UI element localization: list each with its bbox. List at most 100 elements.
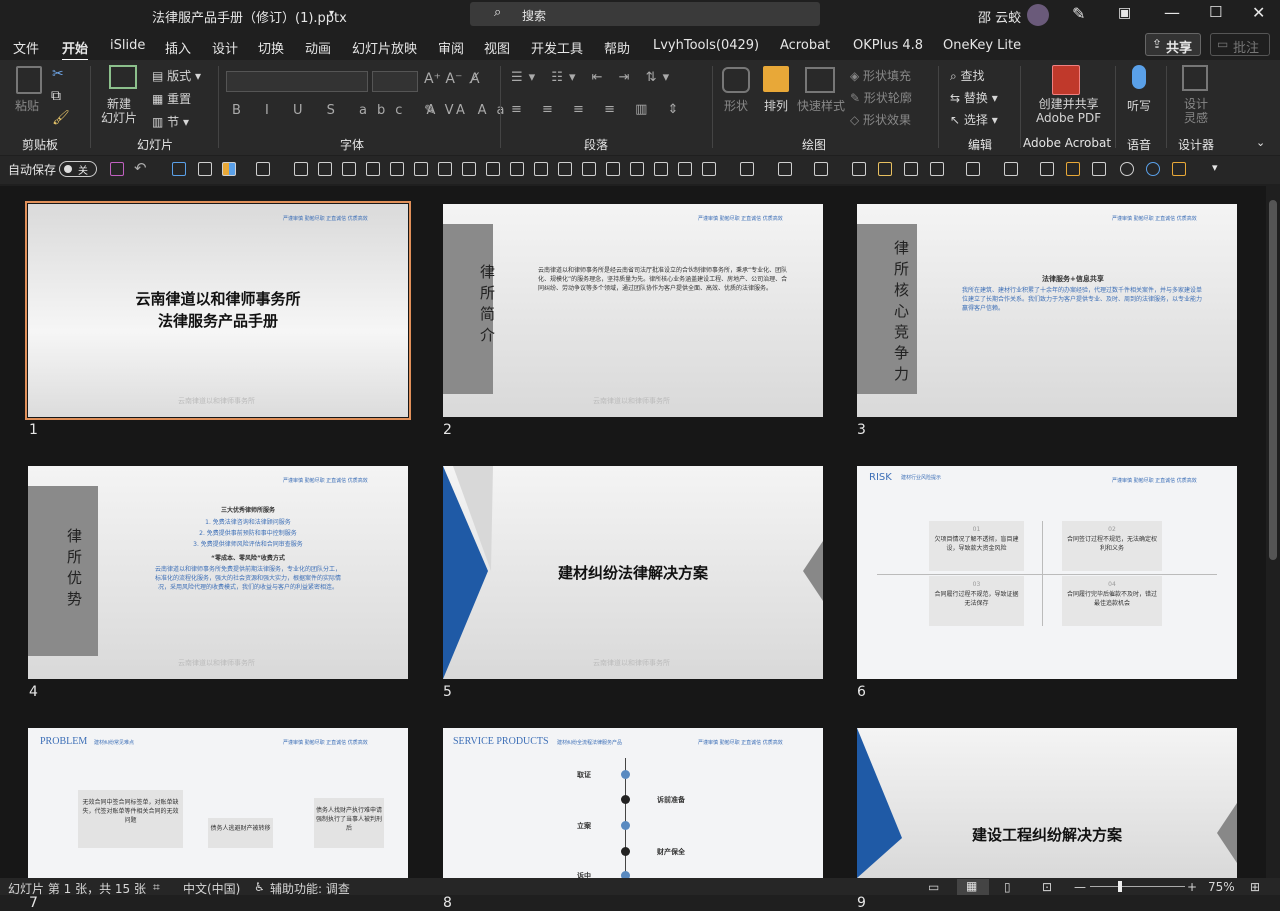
align-icons[interactable]: ≡ ≡ ≡ ≡ ▥ ⇕ [511, 102, 686, 117]
tab-islide[interactable]: iSlide [110, 38, 145, 53]
accessibility-icon[interactable]: ♿ [254, 880, 265, 894]
pen-icon[interactable]: ✎ [1072, 4, 1085, 23]
paste-icon[interactable] [16, 66, 42, 94]
maximize-icon[interactable]: ☐ [1209, 3, 1222, 21]
zoom-slider-thumb[interactable] [1118, 881, 1122, 892]
qat-icon[interactable] [630, 162, 644, 176]
qat-icon[interactable] [852, 162, 866, 176]
slide-thumbnail[interactable]: 律所优势 严谨审慎 勤勉尽职 正直诚信 优质高效 三大优秀律师所服务 1. 免费… [28, 466, 408, 679]
qat-icon[interactable] [198, 162, 212, 176]
language[interactable]: 中文(中国) [183, 880, 240, 897]
qat-icon[interactable] [582, 162, 596, 176]
format-painter-icon[interactable]: 🖌 [52, 110, 70, 126]
create-pdf-button[interactable]: 创建并共享 Adobe PDF [1036, 97, 1101, 125]
tab-animations[interactable]: 动画 [305, 38, 331, 57]
replace-button[interactable]: ⇆ 替换 ▾ [950, 89, 998, 106]
qat-icon[interactable] [1092, 162, 1106, 176]
qat-icon[interactable] [654, 162, 668, 176]
qat-icon[interactable] [558, 162, 572, 176]
slide-thumbnail[interactable]: 律所简介 严谨审慎 勤勉尽职 正直诚信 优质高效 云南律道以和律师事务所是经云南… [443, 204, 823, 417]
zoom-in-icon[interactable]: + [1187, 880, 1197, 894]
new-slide-button[interactable]: 新建 幻灯片 [101, 97, 137, 125]
tab-slideshow[interactable]: 幻灯片放映 [352, 38, 417, 57]
comments-button[interactable]: ▭ 批注 [1210, 33, 1270, 56]
zoom-out-icon[interactable]: — [1074, 880, 1086, 894]
tab-onekey[interactable]: OneKey Lite [943, 38, 1021, 53]
qat-icon[interactable] [930, 162, 944, 176]
tab-file[interactable]: 文件 [13, 38, 39, 57]
layout-button[interactable]: ▤ 版式 ▾ [152, 67, 201, 84]
tab-review[interactable]: 审阅 [438, 38, 464, 57]
vertical-scrollbar[interactable] [1266, 186, 1280, 878]
qat-icon[interactable] [878, 162, 892, 176]
spellcheck-icon[interactable]: ⌗ [153, 880, 160, 895]
qat-icon[interactable] [1040, 162, 1054, 176]
grow-font-icon[interactable]: A⁺ A⁻ [424, 71, 462, 87]
normal-view-icon[interactable]: ▭ [928, 880, 939, 894]
reset-button[interactable]: ▦ 重置 [152, 90, 191, 107]
qat-icon[interactable] [1120, 162, 1134, 176]
qat-icon[interactable] [390, 162, 404, 176]
qat-icon[interactable] [510, 162, 524, 176]
qat-icon[interactable] [462, 162, 476, 176]
section-button[interactable]: ▥ 节 ▾ [152, 113, 189, 130]
avatar[interactable] [1027, 4, 1049, 26]
tab-lvyhtools[interactable]: LvyhTools(0429) [653, 38, 759, 53]
zoom-level[interactable]: 75% [1208, 880, 1235, 894]
tab-okplus[interactable]: OKPlus 4.8 [853, 38, 923, 53]
shapes-button[interactable]: 形状 [724, 97, 748, 114]
fit-to-window-icon[interactable]: ⊞ [1250, 880, 1260, 894]
new-slide-icon[interactable] [109, 65, 137, 89]
collapse-ribbon-icon[interactable]: ⌄ [1256, 136, 1265, 149]
qat-icon[interactable] [486, 162, 500, 176]
undo-icon[interactable]: ↶ [134, 159, 147, 177]
slide-thumbnail[interactable]: 严谨审慎 勤勉尽职 正直诚信 优质高效 云南律道以和律师事务所 法律服务产品手册… [28, 204, 408, 417]
qat-icon[interactable] [702, 162, 716, 176]
qat-icon[interactable] [342, 162, 356, 176]
qat-icon[interactable] [678, 162, 692, 176]
qat-icon[interactable] [966, 162, 980, 176]
paste-label[interactable]: 粘贴 [15, 97, 39, 114]
tab-developer[interactable]: 开发工具 [531, 38, 583, 57]
quick-styles-button[interactable]: 快速样式 [797, 97, 845, 114]
customize-qat-icon[interactable]: ▾ [1212, 161, 1218, 174]
qat-icon[interactable] [606, 162, 620, 176]
user-name[interactable]: 邵 云蛟 [978, 7, 1021, 26]
tab-transitions[interactable]: 切换 [258, 38, 284, 57]
tab-home[interactable]: 开始 [62, 38, 89, 61]
slide-thumbnail[interactable]: PROBLEM 建材纠纷常见难点 严谨审慎 勤勉尽职 正直诚信 优质高效 无效合… [28, 728, 408, 878]
qat-icon[interactable] [740, 162, 754, 176]
slide-thumbnail[interactable]: SERVICE PRODUCTS 建材纠纷全流程法律服务产品 严谨审慎 勤勉尽职… [443, 728, 823, 878]
font-color-icon[interactable]: A [456, 103, 465, 118]
slideshow-view-icon[interactable]: ⊡ [1042, 880, 1052, 894]
list-icons[interactable]: ☰▾ ☷▾ ⇤ ⇥ ⇅▾ [511, 70, 675, 85]
font-name-field[interactable] [226, 71, 368, 92]
minimize-icon[interactable]: — [1164, 3, 1180, 22]
adobe-pdf-icon[interactable] [1052, 65, 1080, 95]
qat-icon[interactable] [814, 162, 828, 176]
qat-icon[interactable] [1172, 162, 1186, 176]
qat-icon[interactable] [172, 162, 186, 176]
quick-styles-icon[interactable] [805, 67, 835, 93]
ribbon-display-icon[interactable]: ▣ [1118, 5, 1131, 21]
chevron-down-icon[interactable]: ▾ [329, 8, 334, 19]
close-icon[interactable]: ✕ [1252, 3, 1265, 22]
qat-icon[interactable] [318, 162, 332, 176]
tab-insert[interactable]: 插入 [165, 38, 191, 57]
autosave-toggle[interactable]: 关 [59, 161, 97, 177]
qat-icon[interactable] [222, 162, 236, 176]
slide-thumbnail[interactable]: 建材纠纷法律解决方案 云南律道以和律师事务所 [443, 466, 823, 679]
microphone-icon[interactable] [1132, 65, 1146, 89]
arrange-button[interactable]: 排列 [764, 97, 788, 114]
dictate-button[interactable]: 听写 [1127, 97, 1151, 114]
slide-thumbnail[interactable]: 建设工程纠纷解决方案 [857, 728, 1237, 878]
qat-icon[interactable] [366, 162, 380, 176]
scrollbar-thumb[interactable] [1269, 200, 1277, 560]
tab-acrobat[interactable]: Acrobat [780, 38, 830, 53]
slide-sorter-view-icon[interactable]: ▦ [957, 879, 989, 895]
cut-icon[interactable]: ✂ [52, 66, 64, 82]
qat-icon[interactable] [256, 162, 270, 176]
tab-view[interactable]: 视图 [484, 38, 510, 57]
slide-thumbnail[interactable]: RISK 建材行业风险提示 严谨审慎 勤勉尽职 正直诚信 优质高效 01 欠项目… [857, 466, 1237, 679]
share-button[interactable]: ⇪ 共享 [1145, 33, 1201, 56]
